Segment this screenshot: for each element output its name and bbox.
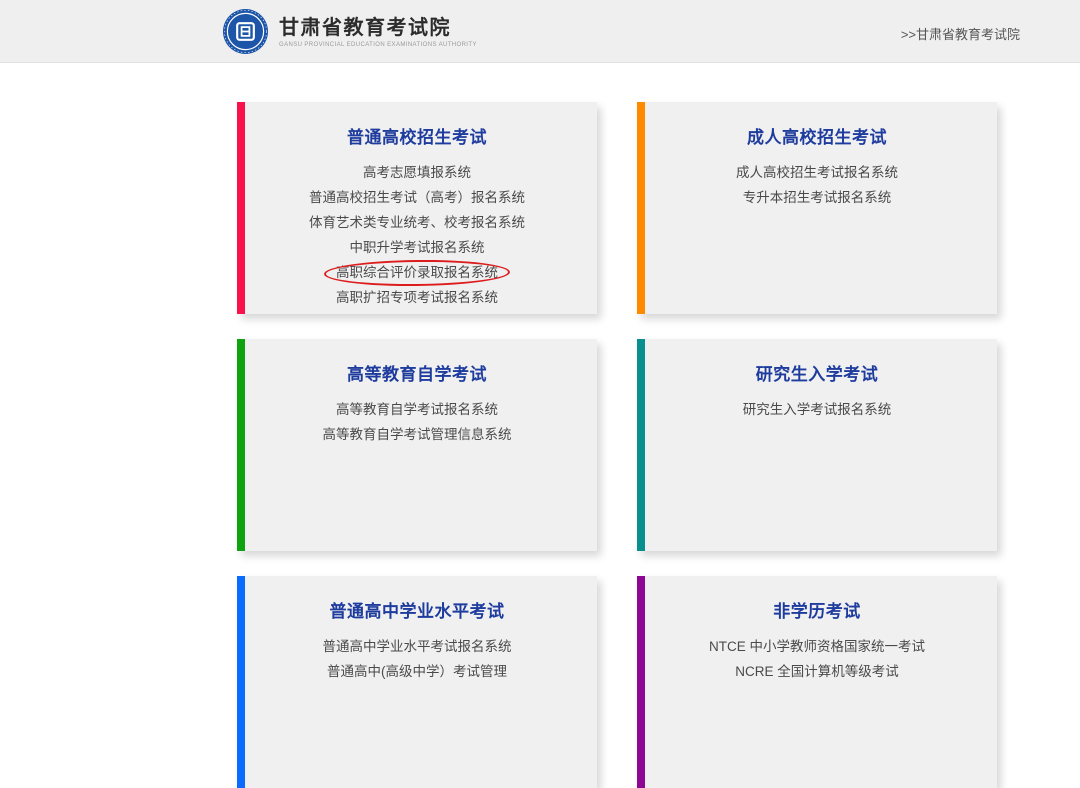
card-non-academic-exam: 非学历考试 NTCE 中小学教师资格国家统一考试 NCRE 全国计算机等级考试 [637,576,997,788]
circled-link-wrap: 高职综合评价录取报名系统 [336,260,498,285]
card-accent-stripe [637,576,645,788]
card-title: 非学历考试 [637,597,997,622]
gansu-seal-icon [222,8,269,55]
card-links: 普通高中学业水平考试报名系统 普通高中(高级中学）考试管理 [237,634,597,684]
card-link[interactable]: 体育艺术类专业统考、校考报名系统 [309,210,525,235]
card-graduate-exam: 研究生入学考试 研究生入学考试报名系统 [637,339,997,551]
card-link[interactable]: 高职扩招专项考试报名系统 [336,285,498,310]
card-link[interactable]: 专升本招生考试报名系统 [743,185,892,210]
card-links: 高等教育自学考试报名系统 高等教育自学考试管理信息系统 [237,397,597,447]
card-link[interactable]: 成人高校招生考试报名系统 [736,160,898,185]
card-link[interactable]: 高等教育自学考试报名系统 [336,397,498,422]
card-link[interactable]: 普通高校招生考试（高考）报名系统 [309,185,525,210]
card-title: 普通高校招生考试 [237,123,597,148]
card-general-college-exam: 普通高校招生考试 高考志愿填报系统 普通高校招生考试（高考）报名系统 体育艺术类… [237,102,597,314]
card-link[interactable]: NCRE 全国计算机等级考试 [735,659,899,684]
brand-subtitle: GANSU PROVINCIAL EDUCATION EXAMINATIONS … [279,42,477,48]
card-self-study-exam: 高等教育自学考试 高等教育自学考试报名系统 高等教育自学考试管理信息系统 [237,339,597,551]
card-adult-college-exam: 成人高校招生考试 成人高校招生考试报名系统 专升本招生考试报名系统 [637,102,997,314]
site-header: 甘肃省教育考试院 GANSU PROVINCIAL EDUCATION EXAM… [0,0,1080,63]
brand: 甘肃省教育考试院 GANSU PROVINCIAL EDUCATION EXAM… [222,8,477,55]
card-accent-stripe [237,102,245,314]
header-home-link[interactable]: >>甘肃省教育考试院 [901,24,1020,43]
card-accent-stripe [637,102,645,314]
card-link[interactable]: 高等教育自学考试管理信息系统 [323,422,512,447]
card-title: 高等教育自学考试 [237,360,597,385]
card-title: 成人高校招生考试 [637,123,997,148]
exam-card-grid: 普通高校招生考试 高考志愿填报系统 普通高校招生考试（高考）报名系统 体育艺术类… [237,102,997,788]
card-accent-stripe [237,576,245,788]
card-links: NTCE 中小学教师资格国家统一考试 NCRE 全国计算机等级考试 [637,634,997,684]
card-accent-stripe [237,339,245,551]
card-accent-stripe [637,339,645,551]
card-links: 高考志愿填报系统 普通高校招生考试（高考）报名系统 体育艺术类专业统考、校考报名… [237,160,597,310]
card-links: 成人高校招生考试报名系统 专升本招生考试报名系统 [637,160,997,210]
card-link[interactable]: 普通高中学业水平考试报名系统 [323,634,512,659]
card-link-circled[interactable]: 高职综合评价录取报名系统 [336,260,498,285]
card-title: 普通高中学业水平考试 [237,597,597,622]
brand-name: 甘肃省教育考试院 [279,15,477,41]
card-links: 研究生入学考试报名系统 [637,397,997,422]
brand-text: 甘肃省教育考试院 GANSU PROVINCIAL EDUCATION EXAM… [279,15,477,48]
card-link[interactable]: 普通高中(高级中学）考试管理 [327,659,507,684]
card-high-school-proficiency-exam: 普通高中学业水平考试 普通高中学业水平考试报名系统 普通高中(高级中学）考试管理 [237,576,597,788]
card-link[interactable]: 研究生入学考试报名系统 [743,397,892,422]
card-title: 研究生入学考试 [637,360,997,385]
card-link[interactable]: 高考志愿填报系统 [363,160,471,185]
card-link[interactable]: 中职升学考试报名系统 [350,235,485,260]
card-link[interactable]: NTCE 中小学教师资格国家统一考试 [709,634,925,659]
